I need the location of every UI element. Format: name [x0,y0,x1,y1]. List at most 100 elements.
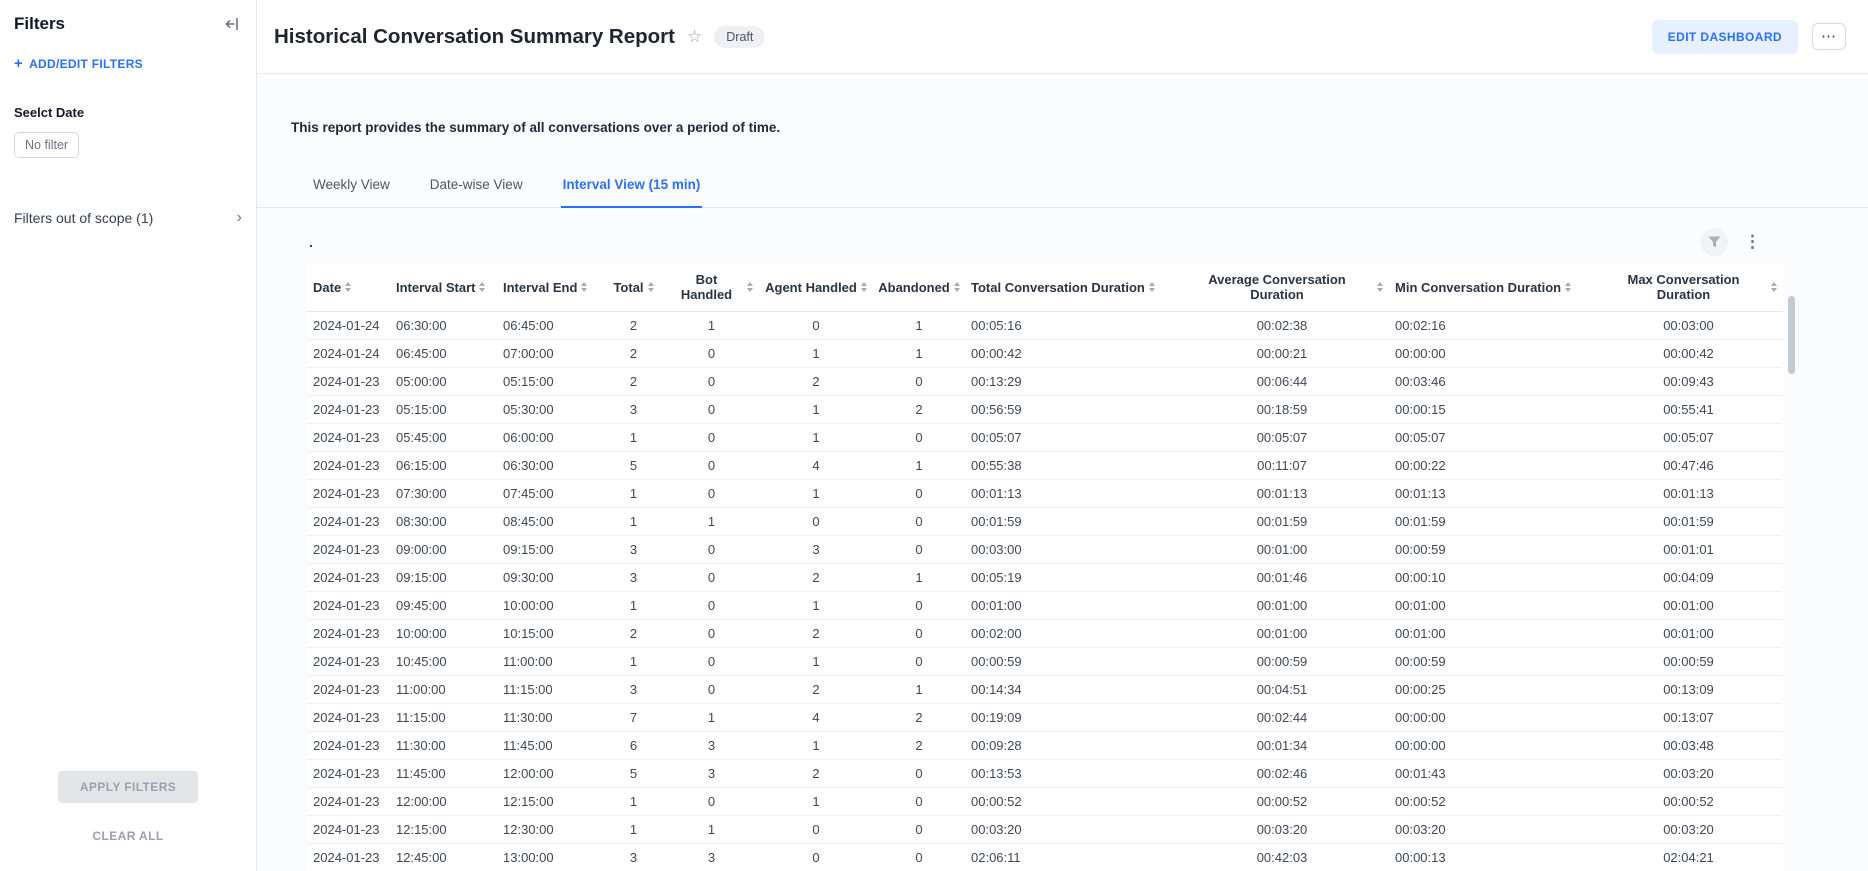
no-filter-chip[interactable]: No filter [14,132,79,158]
star-favorite-icon[interactable]: ☆ [687,27,702,47]
table-row[interactable]: 2024-01-2406:45:0007:00:00201100:00:4200… [307,340,1783,368]
sort-icon[interactable] [954,282,960,292]
table-row[interactable]: 2024-01-2310:45:0011:00:00101000:00:5900… [307,648,1783,676]
column-header-total_duration[interactable]: Total Conversation Duration [965,264,1175,312]
sort-icon[interactable] [648,282,654,292]
table-row[interactable]: 2024-01-2309:15:0009:30:00302100:05:1900… [307,564,1783,592]
cell-min_duration: 00:00:10 [1389,564,1594,592]
edit-dashboard-button[interactable]: EDIT DASHBOARD [1652,20,1798,54]
table-widget: . ⋮ DateInterva [307,226,1783,871]
table-row[interactable]: 2024-01-2309:00:0009:15:00303000:03:0000… [307,536,1783,564]
cell-interval_start: 12:45:00 [390,844,497,871]
column-header-interval_start[interactable]: Interval Start [390,264,497,312]
cell-avg_duration: 00:11:07 [1175,452,1389,480]
table-row[interactable]: 2024-01-2305:00:0005:15:00202000:13:2900… [307,368,1783,396]
table-row[interactable]: 2024-01-2311:15:0011:30:00714200:19:0900… [307,704,1783,732]
cell-agent_handled: 2 [759,368,873,396]
table-row[interactable]: 2024-01-2312:45:0013:00:00330002:06:1100… [307,844,1783,871]
column-header-date[interactable]: Date [307,264,390,312]
column-header-agent_handled[interactable]: Agent Handled [759,264,873,312]
top-bar: Historical Conversation Summary Report ☆… [257,0,1868,74]
cell-total_duration: 00:13:29 [965,368,1175,396]
collapse-sidebar-button[interactable] [222,14,242,34]
cell-avg_duration: 00:02:46 [1175,760,1389,788]
column-header-bot_handled[interactable]: Bot Handled [664,264,759,312]
cell-bot_handled: 1 [664,704,759,732]
cell-max_duration: 00:09:43 [1594,368,1783,396]
cell-date: 2024-01-23 [307,452,390,480]
table-row[interactable]: 2024-01-2311:45:0012:00:00532000:13:5300… [307,760,1783,788]
column-header-total[interactable]: Total [603,264,664,312]
column-header-abandoned[interactable]: Abandoned [873,264,965,312]
cell-total_duration: 00:00:52 [965,788,1175,816]
cell-total: 2 [603,368,664,396]
cell-abandoned: 0 [873,816,965,844]
table-row[interactable]: 2024-01-2308:30:0008:45:00110000:01:5900… [307,508,1783,536]
column-header-avg_duration[interactable]: Average Conversation Duration [1175,264,1389,312]
report-content: This report provides the summary of all … [257,74,1868,871]
cell-agent_handled: 1 [759,480,873,508]
more-options-button[interactable]: ⋯ [1812,23,1846,50]
cell-bot_handled: 0 [664,592,759,620]
column-header-interval_end[interactable]: Interval End [497,264,603,312]
cell-date: 2024-01-23 [307,732,390,760]
cell-interval_end: 09:30:00 [497,564,603,592]
cell-abandoned: 1 [873,564,965,592]
sort-icon[interactable] [1377,282,1383,292]
table-scrollbar[interactable] [1786,268,1795,871]
cell-total_duration: 00:09:28 [965,732,1175,760]
sort-icon[interactable] [1565,282,1571,292]
cell-total: 3 [603,396,664,424]
cell-interval_start: 05:00:00 [390,368,497,396]
table-row[interactable]: 2024-01-2312:15:0012:30:00110000:03:2000… [307,816,1783,844]
report-description: This report provides the summary of all … [291,120,1868,135]
add-edit-filters-button[interactable]: + ADD/EDIT FILTERS [14,56,242,71]
table-row[interactable]: 2024-01-2309:45:0010:00:00101000:01:0000… [307,592,1783,620]
sort-icon[interactable] [581,282,587,292]
sort-icon[interactable] [345,282,351,292]
cell-abandoned: 1 [873,340,965,368]
cell-avg_duration: 00:01:59 [1175,508,1389,536]
apply-filters-button[interactable]: APPLY FILTERS [58,771,198,803]
tab-date-wise-view[interactable]: Date-wise View [428,165,525,208]
sort-icon[interactable] [1771,282,1777,292]
cell-date: 2024-01-23 [307,676,390,704]
cell-interval_end: 08:45:00 [497,508,603,536]
table-row[interactable]: 2024-01-2306:15:0006:30:00504100:55:3800… [307,452,1783,480]
cell-min_duration: 00:00:59 [1389,536,1594,564]
cell-interval_start: 06:45:00 [390,340,497,368]
scrollbar-thumb[interactable] [1788,296,1795,374]
table-row[interactable]: 2024-01-2305:15:0005:30:00301200:56:5900… [307,396,1783,424]
table-menu-button[interactable]: ⋮ [1740,232,1765,252]
cell-bot_handled: 0 [664,564,759,592]
table-row[interactable]: 2024-01-2307:30:0007:45:00101000:01:1300… [307,480,1783,508]
table-row[interactable]: 2024-01-2311:00:0011:15:00302100:14:3400… [307,676,1783,704]
cell-total: 1 [603,424,664,452]
cell-max_duration: 00:47:46 [1594,452,1783,480]
sort-icon[interactable] [747,282,753,292]
table-row[interactable]: 2024-01-2312:00:0012:15:00101000:00:5200… [307,788,1783,816]
filters-out-of-scope-row[interactable]: Filters out of scope (1) › [14,210,242,226]
cell-min_duration: 00:00:00 [1389,732,1594,760]
cell-interval_start: 10:00:00 [390,620,497,648]
sort-icon[interactable] [479,282,485,292]
column-header-min_duration[interactable]: Min Conversation Duration [1389,264,1594,312]
table-row[interactable]: 2024-01-2305:45:0006:00:00101000:05:0700… [307,424,1783,452]
table-row[interactable]: 2024-01-2310:00:0010:15:00202000:02:0000… [307,620,1783,648]
table-filter-button[interactable] [1700,228,1728,256]
cell-abandoned: 0 [873,760,965,788]
sort-icon[interactable] [861,282,867,292]
column-header-max_duration[interactable]: Max Conversation Duration [1594,264,1783,312]
table-row[interactable]: 2024-01-2311:30:0011:45:00631200:09:2800… [307,732,1783,760]
cell-interval_end: 10:15:00 [497,620,603,648]
cell-min_duration: 00:00:59 [1389,648,1594,676]
cell-agent_handled: 1 [759,340,873,368]
tab-weekly-view[interactable]: Weekly View [311,165,392,208]
cell-interval_start: 12:15:00 [390,816,497,844]
sort-icon[interactable] [1149,282,1155,292]
cell-avg_duration: 00:06:44 [1175,368,1389,396]
cell-min_duration: 00:00:15 [1389,396,1594,424]
clear-all-button[interactable]: CLEAR ALL [92,829,163,843]
table-row[interactable]: 2024-01-2406:30:0006:45:00210100:05:1600… [307,312,1783,340]
tab-interval-view-15-min-[interactable]: Interval View (15 min) [561,165,703,208]
